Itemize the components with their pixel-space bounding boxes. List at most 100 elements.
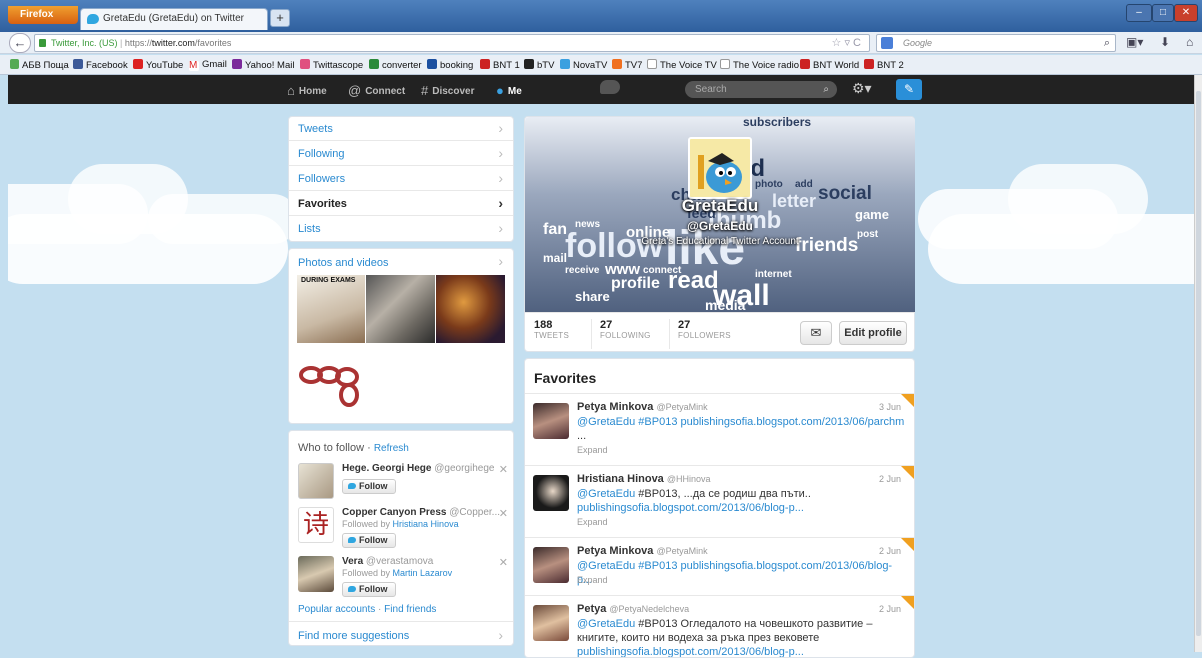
dismiss-icon[interactable]: ✕ — [499, 463, 508, 476]
back-arrow-icon[interactable]: ← — [9, 33, 31, 53]
bookmark-item[interactable]: The Voice radio — [720, 59, 799, 71]
edit-profile-button[interactable]: Edit profile — [839, 321, 907, 345]
bookmark-item[interactable]: The Voice TV — [647, 59, 717, 71]
maximize-button[interactable]: □ — [1152, 4, 1174, 22]
sidebar-item-following[interactable]: Following › — [289, 142, 513, 166]
tweet-item[interactable]: Hristiana Hinova @HHinova 2 Jun @GretaEd… — [525, 465, 914, 537]
photo-thumbnail[interactable] — [436, 275, 505, 343]
tweet-item[interactable]: Petya Minkova @PetyaMink 2 Jun @GretaEdu… — [525, 537, 914, 595]
tweet-mention[interactable]: @GretaEdu — [577, 488, 635, 500]
follow-button[interactable]: Follow — [342, 533, 396, 548]
addon-icon[interactable]: ▣▾ — [1126, 35, 1143, 49]
dismiss-icon[interactable]: ✕ — [499, 507, 508, 520]
expand-link[interactable]: Expand — [577, 575, 608, 585]
avatar[interactable] — [533, 403, 569, 439]
followed-by-link[interactable]: Martin Lazarov — [393, 568, 453, 578]
close-window-button[interactable]: ✕ — [1174, 4, 1198, 22]
bookmark-star-icon[interactable]: ☆ ▿ C — [832, 35, 861, 51]
refresh-link[interactable]: Refresh — [374, 443, 409, 454]
expand-link[interactable]: Expand — [577, 517, 608, 527]
url-bar[interactable]: Twitter, Inc. (US) | https://twitter.com… — [34, 34, 870, 52]
tweet-author[interactable]: Petya Minkova — [577, 545, 653, 557]
compose-tweet-icon[interactable]: ✎ — [896, 79, 922, 100]
twitter-search-input[interactable]: Search ⌕ — [685, 81, 837, 98]
bookmark-item[interactable]: M Gmail — [189, 59, 227, 71]
sidebar-item-favorites[interactable]: Favorites › — [289, 192, 513, 216]
sidebar-item-lists[interactable]: Lists › — [289, 217, 513, 241]
dismiss-icon[interactable]: ✕ — [499, 556, 508, 569]
photos-videos-title[interactable]: Photos and videos — [298, 257, 389, 269]
tweet-date[interactable]: 2 Jun — [879, 474, 901, 484]
bookmark-item[interactable]: bTV — [524, 59, 554, 71]
tweet-mention[interactable]: @GretaEdu — [577, 618, 635, 630]
follow-button[interactable]: Follow — [342, 582, 396, 597]
gear-icon[interactable]: ⚙▾ — [852, 80, 872, 97]
expand-link[interactable]: Expand — [577, 445, 608, 455]
stat-following[interactable]: 27 FOLLOWING — [591, 319, 651, 349]
envelope-icon[interactable]: ✉ — [800, 321, 832, 345]
stat-followers[interactable]: 27 FOLLOWERS — [669, 319, 731, 349]
home-icon[interactable]: ⌂ — [1186, 35, 1193, 49]
browser-search-input[interactable]: Google ⌕ — [876, 34, 1116, 52]
nav-connect[interactable]: @ Connect — [348, 83, 405, 98]
chevron-right-icon: › — [498, 627, 503, 643]
twitter-bird-icon[interactable] — [600, 80, 620, 94]
bookmark-item[interactable]: BNT 1 — [480, 59, 520, 71]
bookmark-item[interactable]: BNT World — [800, 59, 859, 71]
page-scrollbar[interactable] — [1194, 75, 1202, 652]
scrollbar-thumb[interactable] — [1196, 91, 1201, 636]
search-icon[interactable]: ⌕ — [1104, 35, 1110, 51]
tweet-mention[interactable]: @GretaEdu — [577, 560, 635, 572]
popular-accounts-link[interactable]: Popular accounts — [298, 604, 375, 615]
tweet-item[interactable]: Petya Minkova @PetyaMink 3 Jun @GretaEdu… — [525, 393, 914, 465]
followed-by-link[interactable]: Hristiana Hinova — [393, 519, 459, 529]
find-more-suggestions[interactable]: Find more suggestions › — [289, 621, 513, 647]
search-icon[interactable]: ⌕ — [823, 81, 829, 98]
nav-discover[interactable]: # Discover — [421, 83, 474, 98]
new-tab-button[interactable]: + — [270, 9, 290, 27]
tweet-mention[interactable]: @GretaEdu — [577, 416, 635, 428]
bookmark-item[interactable]: АБВ Поща — [10, 59, 69, 71]
profile-avatar[interactable] — [688, 137, 752, 199]
avatar[interactable] — [533, 605, 569, 641]
stat-tweets[interactable]: 188 TWEETS — [534, 319, 569, 340]
avatar[interactable] — [298, 463, 334, 499]
avatar[interactable]: 诗 — [298, 507, 334, 543]
bookmark-item[interactable]: YouTube — [133, 59, 183, 71]
avatar[interactable] — [298, 556, 334, 592]
avatar[interactable] — [533, 475, 569, 511]
tweet-item[interactable]: Petya @PetyaNedelcheva 2 Jun @GretaEdu #… — [525, 595, 914, 657]
firefox-menu-button[interactable]: Firefox — [8, 6, 78, 24]
sidebar-item-tweets[interactable]: Tweets › — [289, 117, 513, 141]
photo-thumbnail[interactable]: DURING EXAMS — [297, 275, 365, 343]
tweet-author[interactable]: Petya Minkova — [577, 401, 653, 413]
chevron-right-icon: › — [498, 195, 503, 211]
nav-home[interactable]: ⌂ Home — [287, 83, 327, 98]
download-icon[interactable]: ⬇ — [1160, 35, 1170, 49]
sidebar-item-followers[interactable]: Followers › — [289, 167, 513, 191]
photo-thumbnail[interactable] — [297, 349, 365, 417]
bookmark-item[interactable]: booking — [427, 59, 473, 71]
tweet-date[interactable]: 2 Jun — [879, 604, 901, 614]
bookmark-item[interactable]: converter — [369, 59, 422, 71]
find-friends-link[interactable]: Find friends — [384, 604, 436, 615]
tweet-link[interactable]: publishingsofia.blogspot.com/2013/06/blo… — [577, 646, 804, 657]
bookmark-item[interactable]: Twittascope — [300, 59, 363, 71]
tweet-author[interactable]: Hristiana Hinova — [577, 473, 664, 485]
bookmark-item[interactable]: NovaTV — [560, 59, 607, 71]
photo-thumbnail[interactable] — [366, 275, 435, 343]
profile-handle[interactable]: @GretaEdu — [525, 219, 915, 233]
bookmark-item[interactable]: BNT 2 — [864, 59, 904, 71]
tweet-date[interactable]: 3 Jun — [879, 402, 901, 412]
bookmark-item[interactable]: Facebook — [73, 59, 128, 71]
nav-me[interactable]: ● Me — [496, 83, 522, 98]
bookmark-item[interactable]: Yahoo! Mail — [232, 59, 294, 71]
tweet-link[interactable]: publishingsofia.blogspot.com/2013/06/blo… — [577, 502, 804, 514]
tweet-author[interactable]: Petya — [577, 603, 606, 615]
bookmark-item[interactable]: TV7 — [612, 59, 642, 71]
follow-button[interactable]: Follow — [342, 479, 396, 494]
minimize-button[interactable]: – — [1126, 4, 1152, 22]
avatar[interactable] — [533, 547, 569, 583]
browser-tab[interactable]: GretaEdu (GretaEdu) on Twitter — [80, 8, 268, 30]
tweet-date[interactable]: 2 Jun — [879, 546, 901, 556]
